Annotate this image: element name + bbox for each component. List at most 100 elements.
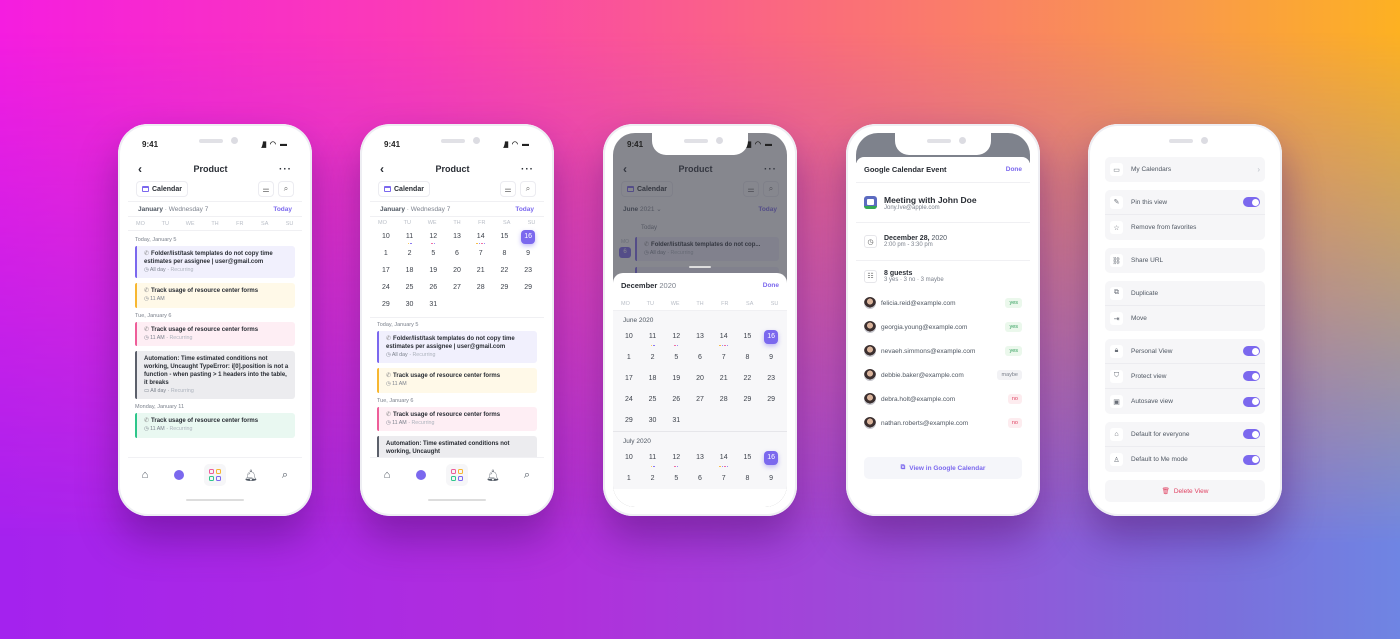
calendar-day[interactable]: 11: [398, 228, 422, 245]
search-icon[interactable]: ⌕: [518, 466, 536, 484]
settings-item-my-calendars[interactable]: ▭ My Calendars ›: [1105, 157, 1265, 182]
calendar-day[interactable]: 10: [617, 447, 641, 468]
calendar-day[interactable]: 6: [445, 245, 469, 262]
toggle-switch[interactable]: [1243, 346, 1260, 356]
settings-item-protect-view[interactable]: ⛉ Protect view: [1105, 364, 1265, 389]
calendar-day[interactable]: 15: [736, 326, 760, 347]
event-card[interactable]: ✆ Folder/list/task templates do not copy …: [377, 331, 537, 364]
calendar-day[interactable]: 18: [398, 262, 422, 279]
search-button[interactable]: ⌕: [278, 181, 294, 197]
calendar-day[interactable]: 20: [445, 262, 469, 279]
settings-item-autosave-view[interactable]: ▣ Autosave view: [1105, 389, 1265, 414]
calendar-day[interactable]: 10: [617, 326, 641, 347]
event-card[interactable]: ✆ Track usage of resource center forms ◷ 1…: [135, 321, 295, 347]
calendar-day[interactable]: 13: [688, 326, 712, 347]
calendar-day[interactable]: 1: [617, 468, 641, 489]
calendar-day[interactable]: 2: [641, 347, 665, 368]
settings-item-pin-this-view[interactable]: ✎ Pin this view: [1105, 190, 1265, 215]
calendar-day[interactable]: 14: [712, 447, 736, 468]
calendar-day[interactable]: 25: [641, 389, 665, 410]
calendar-day[interactable]: 24: [374, 279, 398, 296]
calendar-day[interactable]: 18: [641, 368, 665, 389]
home-icon[interactable]: ⌂: [378, 466, 396, 484]
calendar-day[interactable]: 29: [493, 279, 517, 296]
month-label[interactable]: January: [380, 206, 405, 213]
event-card[interactable]: ✆ Track usage of resource center forms ◷ 1…: [377, 406, 537, 432]
calendar-day[interactable]: 29: [516, 279, 540, 296]
back-icon[interactable]: ‹: [138, 162, 142, 176]
guest-row[interactable]: debbie.baker@example.com maybe: [856, 363, 1030, 387]
calendar-day[interactable]: 30: [398, 296, 422, 313]
settings-item-personal-view[interactable]: 🔒︎ Personal View: [1105, 339, 1265, 364]
done-button[interactable]: Done: [1006, 166, 1022, 173]
calendar-day[interactable]: 2: [641, 468, 665, 489]
calendar-day[interactable]: 29: [759, 389, 783, 410]
settings-item-share-url[interactable]: ⛓ Share URL: [1105, 248, 1265, 273]
calendar-day[interactable]: 12: [664, 447, 688, 468]
calendar-day[interactable]: 9: [516, 245, 540, 262]
calendar-day[interactable]: 6: [688, 347, 712, 368]
calendar-day[interactable]: 25: [398, 279, 422, 296]
toggle-switch[interactable]: [1243, 396, 1260, 407]
calendar-day[interactable]: 15: [493, 228, 517, 245]
more-icon[interactable]: ···: [279, 164, 292, 175]
done-button[interactable]: Done: [763, 282, 779, 289]
home-icon[interactable]: ⌂: [136, 466, 154, 484]
view-in-google-calendar-button[interactable]: ⧉ View in Google Calendar: [864, 457, 1022, 479]
calendar-day[interactable]: 28: [712, 389, 736, 410]
calendar-day[interactable]: 17: [617, 368, 641, 389]
calendar-day[interactable]: 12: [664, 326, 688, 347]
calendar-day[interactable]: 6: [688, 468, 712, 489]
settings-item-remove-from-favorites[interactable]: ☆ Remove from favorites: [1105, 215, 1265, 240]
calendar-day[interactable]: 13: [445, 228, 469, 245]
today-button[interactable]: Today: [515, 206, 534, 213]
calendar-day[interactable]: 19: [664, 368, 688, 389]
calendar-day[interactable]: 12: [421, 228, 445, 245]
calendar-day[interactable]: 2: [398, 245, 422, 262]
more-icon[interactable]: ···: [521, 164, 534, 175]
calendar-day[interactable]: 7: [712, 347, 736, 368]
event-card[interactable]: ✆ Folder/list/task templates do not copy …: [135, 246, 295, 279]
guest-row[interactable]: felicia.reid@example.com yes: [856, 291, 1030, 315]
calendar-day[interactable]: 1: [617, 347, 641, 368]
settings-item-duplicate[interactable]: ⧉ Duplicate: [1105, 281, 1265, 306]
calendar-day[interactable]: 21: [712, 368, 736, 389]
calendar-day[interactable]: 16: [759, 326, 783, 347]
toggle-switch[interactable]: [1243, 371, 1260, 381]
calendar-day[interactable]: 23: [516, 262, 540, 279]
calendar-day[interactable]: 17: [374, 262, 398, 279]
calendar-day[interactable]: 9: [759, 347, 783, 368]
guest-row[interactable]: georgia.young@example.com yes: [856, 315, 1030, 339]
calendar-day[interactable]: 24: [617, 389, 641, 410]
calendar-day[interactable]: 31: [421, 296, 445, 313]
calendar-day[interactable]: 19: [421, 262, 445, 279]
calendar-view-button[interactable]: Calendar: [378, 181, 430, 197]
inbox-icon[interactable]: [412, 466, 430, 484]
guest-row[interactable]: nathan.roberts@example.com no: [856, 411, 1030, 435]
today-button[interactable]: Today: [273, 206, 292, 213]
search-icon[interactable]: ⌕: [276, 466, 294, 484]
settings-item-move[interactable]: ⇥ Move: [1105, 306, 1265, 331]
calendar-day[interactable]: 16: [516, 228, 540, 245]
month-label[interactable]: January: [138, 206, 163, 213]
calendar-day[interactable]: 28: [469, 279, 493, 296]
event-card[interactable]: ✆ Track usage of resource center forms ◷ 1…: [135, 413, 295, 438]
settings-item-default-for-everyone[interactable]: ⌂ Default for everyone: [1105, 422, 1265, 447]
calendar-day[interactable]: 22: [493, 262, 517, 279]
filter-button[interactable]: ⚌: [258, 181, 274, 197]
calendar-day[interactable]: 11: [641, 326, 665, 347]
calendar-day[interactable]: 10: [374, 228, 398, 245]
calendar-day[interactable]: 8: [736, 468, 760, 489]
calendar-day[interactable]: 27: [445, 279, 469, 296]
apps-icon[interactable]: [204, 464, 226, 486]
bell-icon[interactable]: 🔔︎: [242, 466, 260, 484]
calendar-day[interactable]: 26: [664, 389, 688, 410]
settings-item-default-to-me-mode[interactable]: ♙ Default to Me mode: [1105, 447, 1265, 472]
filter-button[interactable]: ⚌: [500, 181, 516, 197]
calendar-day[interactable]: 22: [736, 368, 760, 389]
toggle-switch[interactable]: [1243, 429, 1260, 439]
sheet-grabber[interactable]: [689, 266, 711, 268]
search-button[interactable]: ⌕: [520, 181, 536, 197]
apps-icon[interactable]: [446, 464, 468, 486]
calendar-day[interactable]: 14: [712, 326, 736, 347]
